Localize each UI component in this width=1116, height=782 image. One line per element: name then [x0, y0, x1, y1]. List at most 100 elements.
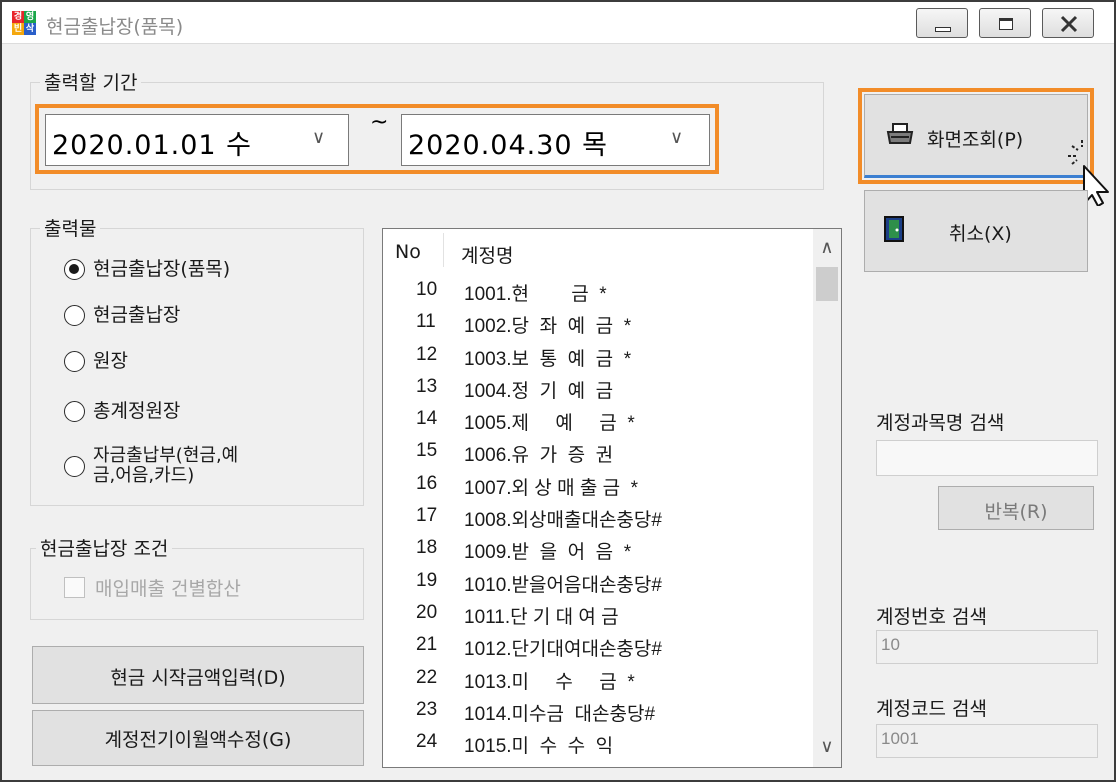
row-no: 23 [416, 698, 438, 720]
row-name: 1015.미 수 수 익 [464, 736, 614, 758]
repeat-button[interactable]: 반복(R) [938, 486, 1094, 530]
end-date-picker[interactable]: 2020.04.30 목 ∨ [401, 114, 710, 166]
output-group-label: 출력물 [40, 214, 101, 241]
list-item[interactable]: 11 1002.당 좌 예 금 * [383, 303, 813, 338]
row-name: 1005.제 예 금 * [464, 413, 635, 435]
title-bar: 경 영 빈 삭 현금출납장(품목) [2, 2, 1114, 44]
radio-cash-book-item[interactable]: 현금출납장(품목) [64, 258, 230, 280]
list-item[interactable]: 21 1012.단기대여대손충당# [383, 626, 813, 660]
list-rows: 10 1001.현 금 * 11 1002.당 좌 예 금 * 12 1003.보 통… [383, 271, 813, 758]
column-divider [443, 233, 444, 267]
row-no: 14 [416, 408, 438, 430]
list-item[interactable]: 19 1010.받을어음대손충당# [383, 562, 813, 596]
radio-ledger[interactable]: 원장 [64, 350, 128, 372]
radio-label: 현금출납장(품목) [93, 258, 231, 280]
radio-label: 총계정원장 [93, 400, 181, 422]
start-date-picker[interactable]: 2020.01.01 수 ∨ [45, 114, 349, 166]
column-header-name[interactable]: 계정명 [461, 241, 513, 268]
checkbox[interactable] [64, 577, 85, 598]
button-label: 현금 시작금액입력(D) [110, 667, 286, 689]
row-name: 1007.외 상 매 출 금 * [464, 477, 639, 499]
cancel-button-label: 취소(X) [949, 223, 1012, 245]
account-number-search-label: 계정번호 검색 [876, 606, 987, 628]
cash-start-amount-button[interactable]: 현금 시작금액입력(D) [32, 646, 364, 704]
row-name: 1009.받 을 어 음 * [464, 542, 632, 564]
account-code-search-input[interactable]: 1001 [876, 724, 1098, 758]
scrollbar-thumb[interactable] [816, 267, 838, 301]
close-button[interactable] [1042, 8, 1094, 38]
list-item[interactable]: 10 1001.현 금 * [383, 271, 813, 305]
row-name: 1001.현 금 * [464, 284, 607, 305]
radio-button[interactable] [64, 350, 85, 372]
radio-general-ledger[interactable]: 총계정원장 [64, 400, 180, 422]
account-name-search-label: 계정과목명 검색 [876, 412, 1005, 434]
list-item[interactable]: 14 1005.제 예 금 * [383, 400, 813, 435]
window-title: 현금출납장(품목) [46, 16, 184, 38]
row-no: 24 [416, 731, 438, 753]
close-icon [1060, 15, 1078, 33]
maximize-button[interactable] [979, 8, 1031, 38]
list-scrollbar[interactable]: ∧ ∨ [813, 229, 841, 767]
chevron-down-icon[interactable]: ∨ [670, 127, 684, 148]
row-name: 1006.유 가 증 권 [464, 445, 614, 467]
list-item[interactable]: 22 1013.미 수 금 * [383, 659, 813, 693]
list-item[interactable]: 24 1015.미 수 수 익 [383, 723, 813, 758]
row-no: 10 [416, 279, 438, 300]
row-name: 1003.보 통 예 금 * [464, 348, 632, 370]
account-number-search-input[interactable]: 10 [876, 630, 1098, 664]
row-no: 15 [416, 440, 438, 462]
cash-condition-label: 현금출납장 조건 [36, 534, 173, 561]
row-no: 22 [416, 666, 438, 688]
maximize-icon [999, 18, 1013, 30]
row-no: 12 [416, 343, 438, 365]
account-list[interactable]: No 계정명 10 1001.현 금 * 11 1002.당 좌 예 금 * 12 1… [382, 228, 842, 768]
list-item[interactable]: 23 1014.미수금 대손충당# [383, 691, 813, 725]
list-item[interactable]: 12 1003.보 통 예 금 * [383, 336, 813, 370]
list-item[interactable]: 16 1007.외 상 매 출 금 * [383, 465, 813, 499]
app-logo-icon: 경 영 빈 삭 [12, 11, 36, 35]
exit-door-icon [884, 216, 904, 242]
list-item[interactable]: 15 1006.유 가 증 권 [383, 432, 813, 467]
row-name: 1010.받을어음대손충당# [464, 574, 662, 596]
button-label: 계정전기이월액수정(G) [104, 729, 292, 751]
logo-glyph: 경 [12, 11, 24, 23]
minimize-button[interactable] [916, 8, 968, 38]
row-name: 1002.당 좌 예 금 * [464, 316, 632, 338]
account-name-search-input[interactable] [876, 440, 1098, 476]
radio-label: 원장 [93, 350, 128, 372]
date-separator: ~ [370, 110, 389, 135]
radio-button[interactable] [64, 304, 85, 326]
list-item[interactable]: 20 1011.단 기 대 여 금 [383, 594, 813, 628]
list-item[interactable]: 13 1004.정 기 예 금 [383, 368, 813, 402]
column-header-no[interactable]: No [395, 241, 421, 263]
combine-purchase-sales-check[interactable]: 매입매출 건별합산 [64, 574, 241, 601]
list-item[interactable]: 18 1009.받 을 어 음 * [383, 529, 813, 564]
account-prior-balance-button[interactable]: 계정전기이월액수정(G) [32, 710, 364, 766]
list-item[interactable]: 17 1008.외상매출대손충당# [383, 497, 813, 532]
radio-button[interactable] [64, 400, 85, 422]
row-name: 1008.외상매출대손충당# [464, 510, 662, 532]
list-header: No 계정명 [383, 229, 813, 271]
radio-button[interactable] [64, 258, 85, 280]
row-no: 11 [416, 311, 436, 333]
row-no: 18 [416, 537, 438, 559]
checkbox-label: 매입매출 건별합산 [95, 578, 241, 600]
radio-button[interactable] [64, 455, 85, 477]
row-no: 16 [416, 472, 438, 494]
app-window: 경 영 빈 삭 현금출납장(품목) 출력할 기간 2020.01.01 수 ∨ … [0, 0, 1116, 782]
chevron-up-icon[interactable]: ∧ [813, 237, 841, 258]
row-name: 1004.정 기 예 금 [464, 380, 614, 402]
radio-cash-book[interactable]: 현금출납장 [64, 304, 180, 326]
chevron-down-icon[interactable]: ∨ [312, 127, 326, 148]
row-no: 13 [416, 375, 438, 397]
row-no: 21 [416, 634, 438, 656]
chevron-down-icon[interactable]: ∨ [813, 736, 841, 757]
account-code-search-label: 계정코드 검색 [876, 698, 987, 720]
row-no: 20 [416, 601, 438, 623]
cancel-button[interactable]: 취소(X) [864, 190, 1088, 272]
logo-glyph: 영 [24, 11, 36, 23]
radio-fund-book[interactable]: 자금출납부(현금,예 금,어음,카드) [64, 446, 238, 486]
row-name: 1013.미 수 금 * [464, 671, 635, 693]
logo-glyph: 빈 [12, 23, 24, 35]
row-no: 19 [416, 569, 438, 591]
